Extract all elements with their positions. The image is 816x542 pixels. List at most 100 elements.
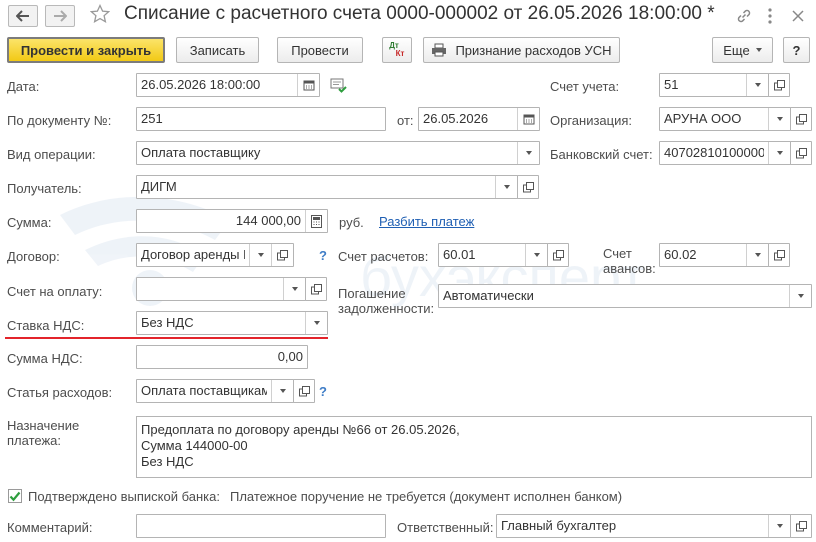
from-date-field[interactable]: 26.05.2026 xyxy=(418,107,540,131)
debt-repayment-select[interactable]: Автоматически xyxy=(438,284,812,308)
settle-account-open-button[interactable] xyxy=(547,243,569,267)
chevron-down-icon[interactable] xyxy=(746,74,768,96)
expense-item-open-button[interactable] xyxy=(293,379,315,403)
post-button[interactable]: Провести xyxy=(277,37,363,63)
bank-check-icon[interactable] xyxy=(330,78,348,97)
from-label: от: xyxy=(397,113,414,128)
settle-account-label: Счет расчетов: xyxy=(338,249,429,264)
responsible-select[interactable]: Главный бухгалтер xyxy=(496,514,791,538)
contract-help-icon[interactable]: ? xyxy=(319,248,327,263)
printer-icon xyxy=(432,43,447,57)
date-field[interactable]: 26.05.2026 18:00:00 xyxy=(136,73,320,97)
calculator-icon[interactable] xyxy=(305,210,327,232)
recipient-open-button[interactable] xyxy=(517,175,539,199)
chevron-down-icon[interactable] xyxy=(768,515,790,537)
operation-select[interactable]: Оплата поставщику xyxy=(136,141,540,165)
arrow-left-icon xyxy=(16,10,29,22)
org-select[interactable]: АРУНА ООО xyxy=(659,107,791,131)
open-icon xyxy=(773,249,785,260)
open-icon xyxy=(310,283,322,294)
bank-account-select[interactable]: 40702810100000000 xyxy=(659,141,791,165)
chevron-down-icon[interactable] xyxy=(495,176,517,198)
chevron-down-icon[interactable] xyxy=(768,108,790,130)
account-label: Счет учета: xyxy=(550,79,620,94)
purpose-label-1: Назначение xyxy=(7,418,80,433)
chevron-down-icon[interactable] xyxy=(789,285,811,307)
comment-label: Комментарий: xyxy=(7,520,93,535)
chevron-down-icon[interactable] xyxy=(249,244,271,266)
open-icon xyxy=(552,249,564,260)
advance-account-open-button[interactable] xyxy=(768,243,790,267)
recipient-label: Получатель: xyxy=(7,181,82,196)
debt-label-1: Погашение xyxy=(338,286,406,301)
vat-rate-label: Ставка НДС: xyxy=(7,318,85,333)
open-icon[interactable] xyxy=(271,244,293,266)
forward-button[interactable] xyxy=(45,5,75,27)
bank-account-open-button[interactable] xyxy=(790,141,812,165)
contract-select[interactable]: Договор аренды №66 xyxy=(136,243,294,267)
docnum-label: По документу №: xyxy=(7,113,112,128)
bank-account-label: Банковский счет: xyxy=(550,147,653,162)
expense-item-label: Статья расходов: xyxy=(7,385,113,400)
currency-label: руб. xyxy=(339,215,364,230)
expense-help-icon[interactable]: ? xyxy=(319,384,327,399)
kt-label: Кт xyxy=(395,49,405,58)
expense-item-select[interactable]: Оплата поставщикам xyxy=(136,379,294,403)
more-vert-icon[interactable] xyxy=(760,6,780,26)
split-payment-link[interactable]: Разбить платеж xyxy=(379,214,474,229)
checkmark-icon xyxy=(9,491,21,501)
purpose-textarea[interactable]: Предоплата по договору аренды №66 от 26.… xyxy=(136,416,812,478)
responsible-label: Ответственный: xyxy=(397,520,494,535)
highlight-underline xyxy=(5,337,328,339)
advance-account-label-2: авансов: xyxy=(603,261,656,276)
payment-order-note: Платежное поручение не требуется (докуме… xyxy=(230,489,623,504)
bank-confirmed-checkbox[interactable] xyxy=(8,489,22,503)
org-open-button[interactable] xyxy=(790,107,812,131)
docnum-input[interactable]: 251 xyxy=(136,107,386,131)
vat-sum-input[interactable]: 0,00 xyxy=(136,345,308,369)
recipient-select[interactable]: ДИГМ xyxy=(136,175,518,199)
responsible-open-button[interactable] xyxy=(790,514,812,538)
close-icon[interactable] xyxy=(788,6,808,26)
account-open-button[interactable] xyxy=(768,73,790,97)
sum-label: Сумма: xyxy=(7,215,52,230)
post-and-close-button[interactable]: Провести и закрыть xyxy=(7,37,165,63)
vat-sum-label: Сумма НДС: xyxy=(7,351,83,366)
chevron-down-icon[interactable] xyxy=(517,142,539,164)
open-icon xyxy=(795,113,807,124)
arrow-right-icon xyxy=(54,10,67,22)
operation-label: Вид операции: xyxy=(7,147,96,162)
settle-account-select[interactable]: 60.01 xyxy=(438,243,548,267)
account-select[interactable]: 51 xyxy=(659,73,769,97)
sum-input[interactable]: 144 000,00 xyxy=(136,209,328,233)
chevron-down-icon[interactable] xyxy=(746,244,768,266)
chevron-down-icon[interactable] xyxy=(305,312,327,334)
favorite-star-icon[interactable] xyxy=(90,4,110,24)
chevron-down-icon[interactable] xyxy=(525,244,547,266)
open-icon xyxy=(522,181,534,192)
page-title: Списание с расчетного счета 0000-000002 … xyxy=(124,3,715,24)
open-icon xyxy=(795,147,807,158)
link-icon[interactable] xyxy=(734,6,754,26)
advance-account-select[interactable]: 60.02 xyxy=(659,243,769,267)
dt-kt-button[interactable]: Дт Кт xyxy=(382,37,412,63)
org-label: Организация: xyxy=(550,113,633,128)
help-button[interactable]: ? xyxy=(783,37,810,63)
chevron-down-icon[interactable] xyxy=(271,380,293,402)
chevron-down-icon[interactable] xyxy=(768,142,790,164)
purpose-label-2: платежа: xyxy=(7,433,61,448)
calendar-icon[interactable] xyxy=(297,74,319,96)
date-label: Дата: xyxy=(7,79,40,94)
chevron-down-icon[interactable] xyxy=(283,278,305,300)
comment-input[interactable] xyxy=(136,514,386,538)
usn-expense-button[interactable]: Признание расходов УСН xyxy=(423,37,620,63)
save-button[interactable]: Записать xyxy=(176,37,259,63)
more-button[interactable]: Еще xyxy=(712,37,773,63)
bank-confirmed-label: Подтверждено выпиской банка: xyxy=(28,489,220,504)
vat-rate-select[interactable]: Без НДС xyxy=(136,311,328,335)
invoice-select[interactable] xyxy=(136,277,306,301)
advance-account-label-1: Счет xyxy=(603,246,632,261)
back-button[interactable] xyxy=(8,5,38,27)
calendar-icon[interactable] xyxy=(517,108,539,130)
invoice-open-button[interactable] xyxy=(305,277,327,301)
